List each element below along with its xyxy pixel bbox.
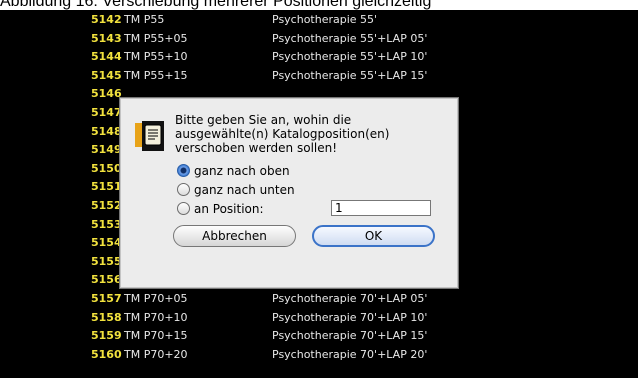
radio-top-button[interactable] <box>177 164 190 177</box>
list-item-desc: Psychotherapie 70'+LAP 05' <box>272 292 428 305</box>
list-item-code: TM P55+10 <box>124 50 188 64</box>
radio-top-label: ganz nach oben <box>194 164 290 178</box>
list-item-num: 5160 <box>91 347 122 361</box>
list-item-desc: Psychotherapie 55'+LAP 15' <box>272 68 428 82</box>
list-item-num: 5155 <box>91 254 122 268</box>
list-item-num: 5158 <box>91 310 122 324</box>
ok-button[interactable]: OK <box>312 225 435 247</box>
list-item-num: 5156 <box>91 273 122 287</box>
radio-bottom-button[interactable] <box>177 183 190 196</box>
cancel-button[interactable]: Abbrechen <box>173 225 296 247</box>
radio-bottom-label: ganz nach unten <box>194 183 295 197</box>
list-item-code: TM P55+15 <box>124 68 188 82</box>
list-item-num: 5150 <box>91 161 122 175</box>
figure-caption: Abbildung 16: Verschiebung mehrerer Posi… <box>0 0 432 10</box>
list-item-desc: Psychotherapie 70'+LAP 20' <box>272 347 428 361</box>
list-item-code: TM P70+15 <box>124 329 188 343</box>
list-item-code: TM P70+05 <box>124 292 188 305</box>
list-item-code: TM P70+20 <box>124 347 188 361</box>
dialog-prompt: Bitte geben Sie an, wohin die ausgewählt… <box>175 113 390 155</box>
list-item-desc: Psychotherapie 55' <box>272 13 378 26</box>
list-item-num: 5153 <box>91 217 122 231</box>
document-icon <box>135 121 165 151</box>
list-item-num: 5154 <box>91 236 122 250</box>
list-item-num: 5152 <box>91 199 122 212</box>
move-position-dialog: Bitte geben Sie an, wohin die ausgewählt… <box>120 98 458 288</box>
list-item-desc: Psychotherapie 55'+LAP 10' <box>272 50 428 64</box>
list-item-code: TM P55 <box>124 13 165 26</box>
list-item-num: 5159 <box>91 329 122 343</box>
list-item-code: TM P70+10 <box>124 310 188 324</box>
list-item-desc: Psychotherapie 70'+LAP 15' <box>272 329 428 343</box>
list-item-num: 5157 <box>91 292 122 305</box>
list-item-num: 5147 <box>91 106 122 119</box>
list-item-num: 5143 <box>91 31 122 45</box>
list-item-num: 5149 <box>91 143 122 157</box>
list-item-desc: Psychotherapie 70'+LAP 10' <box>272 310 428 324</box>
list-item-num: 5151 <box>91 180 122 194</box>
list-item-num: 5142 <box>91 13 122 26</box>
list-item-num: 5144 <box>91 50 122 64</box>
radio-position-button[interactable] <box>177 202 190 215</box>
radio-position-label: an Position: <box>194 202 264 216</box>
list-item-desc: Psychotherapie 55'+LAP 05' <box>272 31 428 45</box>
list-item-num: 5146 <box>91 87 122 101</box>
list-item-num: 5145 <box>91 68 122 82</box>
list-item-num: 5148 <box>91 124 122 138</box>
list-item-code: TM P55+05 <box>124 31 188 45</box>
position-input[interactable]: 1 <box>331 200 431 216</box>
